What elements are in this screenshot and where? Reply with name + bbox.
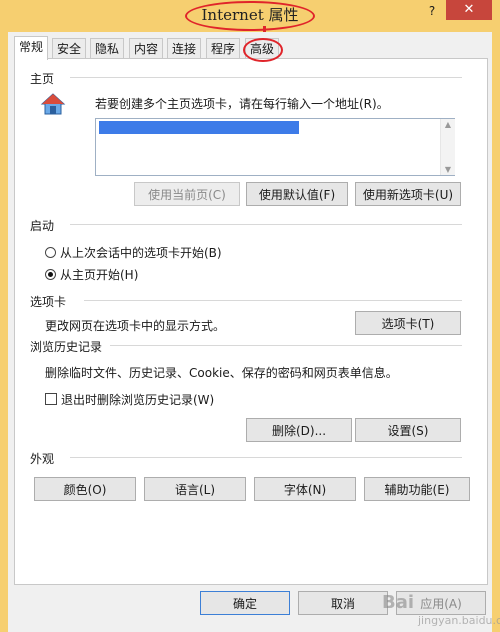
close-button[interactable]: ✕ [446,0,492,20]
history-divider [110,345,462,346]
home-description: 若要创建多个主页选项卡，请在每行输入一个地址(R)。 [95,97,389,111]
tab-general[interactable]: 常规 [14,36,48,60]
ok-button[interactable]: 确定 [200,591,290,615]
appearance-heading: 外观 [30,452,55,466]
baidu-watermark-logo: Bai [382,592,415,613]
delete-on-exit-label[interactable]: 退出时删除浏览历史记录(W) [61,391,214,408]
appearance-divider [70,457,462,458]
history-description: 删除临时文件、历史记录、Cookie、保存的密码和网页表单信息。 [45,366,398,380]
tab-privacy[interactable]: 隐私 [90,38,124,59]
home-page-url-redacted [99,121,299,134]
startup-divider [70,224,462,225]
startup-heading: 启动 [30,219,55,233]
home-icon [40,92,66,116]
use-default-button[interactable]: 使用默认值(F) [246,182,348,206]
delete-on-exit-checkbox[interactable] [45,393,57,405]
help-button[interactable]: ? [422,4,442,24]
tabs-button[interactable]: 选项卡(T) [355,311,461,335]
tab-connections[interactable]: 连接 [167,38,201,59]
tab-content[interactable]: 内容 [129,38,163,59]
fonts-button[interactable]: 字体(N) [254,477,356,501]
annotation-circle-advanced [243,38,283,62]
radio-last-session[interactable] [45,247,56,258]
annotation-circle-title [185,1,315,31]
tabs-description: 更改网页在选项卡中的显示方式。 [45,319,226,333]
tabs-heading: 选项卡 [30,295,67,309]
home-divider [70,77,462,78]
colors-button[interactable]: 颜色(O) [34,477,136,501]
home-page-scrollbar[interactable]: ▲ ▼ [440,119,455,175]
tab-programs[interactable]: 程序 [206,38,240,59]
delete-history-button[interactable]: 删除(D)... [246,418,352,442]
accessibility-button[interactable]: 辅助功能(E) [364,477,470,501]
use-current-button[interactable]: 使用当前页(C) [134,182,240,206]
scroll-down-icon[interactable]: ▼ [441,165,455,174]
use-new-tab-button[interactable]: 使用新选项卡(U) [355,182,461,206]
home-heading: 主页 [30,72,55,86]
history-settings-button[interactable]: 设置(S) [355,418,461,442]
tab-security[interactable]: 安全 [52,38,86,59]
history-heading: 浏览历史记录 [30,340,103,354]
radio-home-page-label[interactable]: 从主页开始(H) [60,266,138,283]
tabs-divider [84,300,462,301]
cancel-button[interactable]: 取消 [298,591,388,615]
radio-last-session-label[interactable]: 从上次会话中的选项卡开始(B) [60,244,222,261]
scroll-up-icon[interactable]: ▲ [441,120,455,129]
baidu-watermark-url: jingyan.baidu.com [418,614,500,627]
languages-button[interactable]: 语言(L) [144,477,246,501]
radio-home-page[interactable] [45,269,56,280]
